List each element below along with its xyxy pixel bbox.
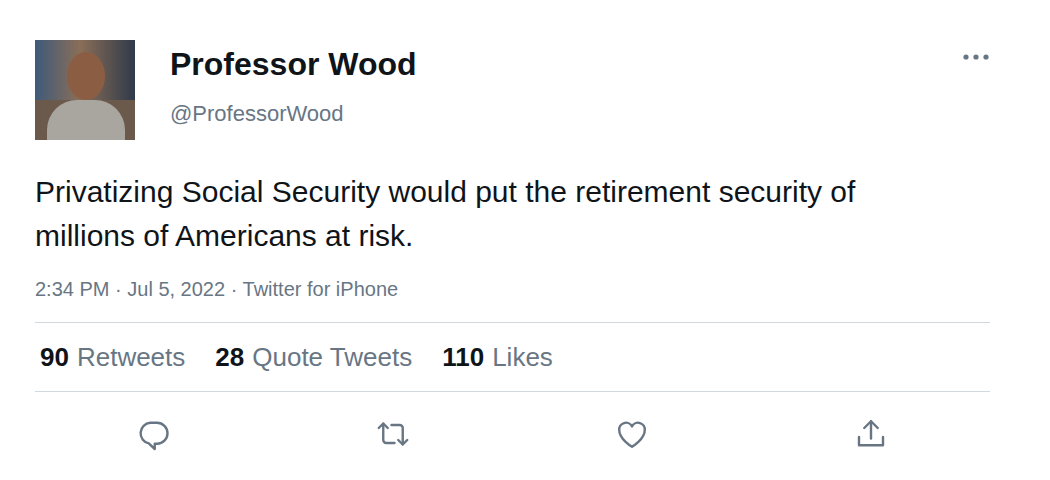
- stat-count: 90: [40, 342, 69, 372]
- avatar-head: [67, 52, 105, 100]
- stat-count: 110: [442, 342, 484, 372]
- tweet-card: Professor Wood @ProfessorWood Privatizing …: [0, 0, 1050, 452]
- stat-label: Retweets: [77, 342, 185, 372]
- like-heart-icon[interactable]: [614, 416, 650, 452]
- stat-count: 28: [215, 342, 244, 372]
- actions-row: [35, 392, 990, 452]
- reply-icon[interactable]: [136, 416, 172, 452]
- retweet-icon[interactable]: [375, 416, 411, 452]
- share-icon[interactable]: [853, 416, 889, 452]
- tweet-text: Privatizing Social Security would put th…: [35, 170, 895, 258]
- more-dots-icon[interactable]: [962, 52, 990, 62]
- stat-label: Likes: [492, 342, 553, 372]
- stat-item[interactable]: 90 Retweets: [40, 341, 185, 373]
- tweet-page: Professor Wood @ProfessorWood Privatizing …: [0, 0, 1050, 480]
- stat-item[interactable]: 28 Quote Tweets: [215, 341, 412, 373]
- author-names: Professor Wood @ProfessorWood: [170, 40, 962, 128]
- stat-label: Quote Tweets: [252, 342, 412, 372]
- divider: [35, 391, 990, 392]
- tweet-timestamp[interactable]: 2:34 PM · Jul 5, 2022 · Twitter for iPho…: [35, 276, 990, 302]
- avatar-photo[interactable]: [35, 40, 135, 140]
- tweet-header: Professor Wood @ProfessorWood: [35, 40, 990, 140]
- author-handle[interactable]: @ProfessorWood: [170, 100, 962, 128]
- stats-row: 90 Retweets 28 Quote Tweets 110 Likes: [35, 323, 990, 391]
- author-name[interactable]: Professor Wood: [170, 44, 962, 84]
- divider: [35, 322, 990, 323]
- avatar-shirt: [47, 100, 125, 140]
- stat-item[interactable]: 110 Likes: [442, 341, 553, 373]
